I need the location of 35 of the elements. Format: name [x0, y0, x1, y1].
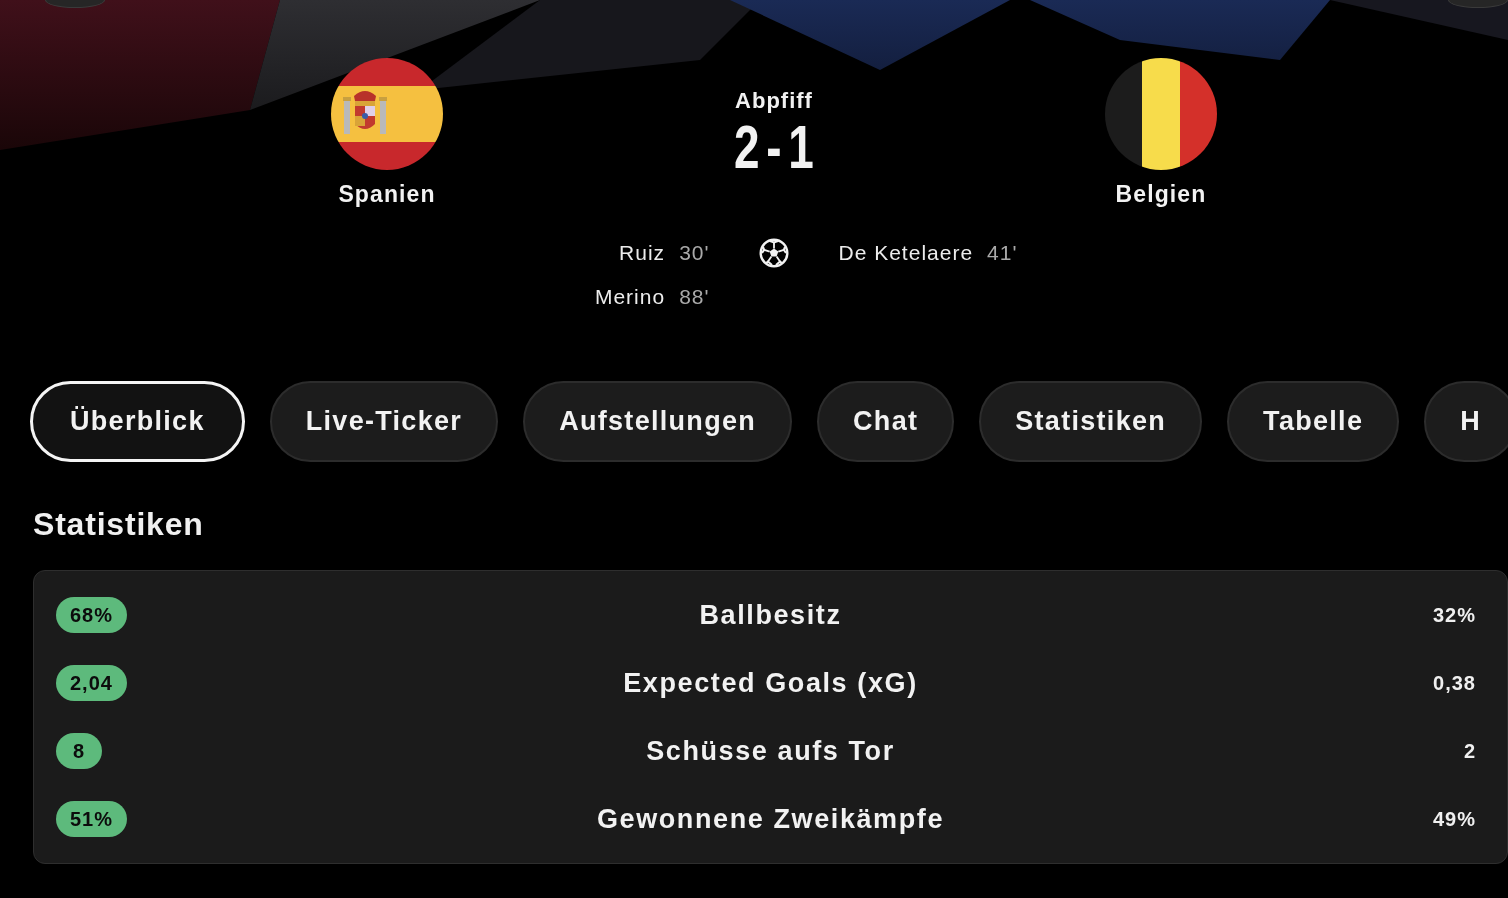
stat-label: Ballbesitz: [699, 599, 842, 631]
flag-icon: [331, 58, 443, 170]
stat-label: Expected Goals (xG): [623, 667, 918, 699]
stat-value: 2: [1463, 739, 1476, 764]
stat-value: 32%: [1432, 603, 1476, 628]
tab[interactable]: Aufstellungen: [523, 381, 793, 462]
stat-value-pill: 51%: [56, 801, 128, 837]
flag-icon: [1105, 58, 1217, 170]
goal-minute: 30': [679, 241, 710, 265]
stat-value: 49%: [1432, 807, 1476, 832]
stat-value-pill: 8: [56, 733, 102, 769]
stat-label: Schüsse aufs Tor: [646, 735, 895, 767]
tab[interactable]: Tabelle: [1227, 381, 1400, 462]
stat-value: 0,38: [1433, 671, 1476, 696]
goal-minute: 41': [987, 241, 1018, 265]
goal-scorer: Merino: [594, 285, 666, 309]
goal-minute: 88': [679, 285, 710, 309]
goal-scorer: Ruiz: [619, 241, 666, 265]
tab[interactable]: Überblick: [30, 381, 245, 462]
tab[interactable]: H: [1424, 381, 1508, 462]
stat-label: Gewonnene Zweikämpfe: [596, 803, 945, 835]
tab[interactable]: Statistiken: [979, 381, 1203, 462]
soccer-ball-icon: [759, 238, 789, 268]
stat-value-pill: 68%: [56, 597, 128, 633]
header-button[interactable]: [45, 0, 105, 8]
goal-scorer: De Ketelaere: [838, 241, 974, 265]
match-score: 2 - 1: [734, 119, 814, 175]
section-title: Statistiken: [33, 505, 204, 543]
tab[interactable]: Chat: [817, 381, 955, 462]
header-button[interactable]: [1448, 0, 1508, 8]
match-status: Abpfiff: [735, 88, 813, 113]
team-name: Belgien: [1115, 181, 1207, 207]
stat-value-pill: 2,04: [56, 665, 127, 701]
tab[interactable]: Live-Ticker: [269, 381, 499, 462]
team-name: Spanien: [338, 181, 436, 207]
